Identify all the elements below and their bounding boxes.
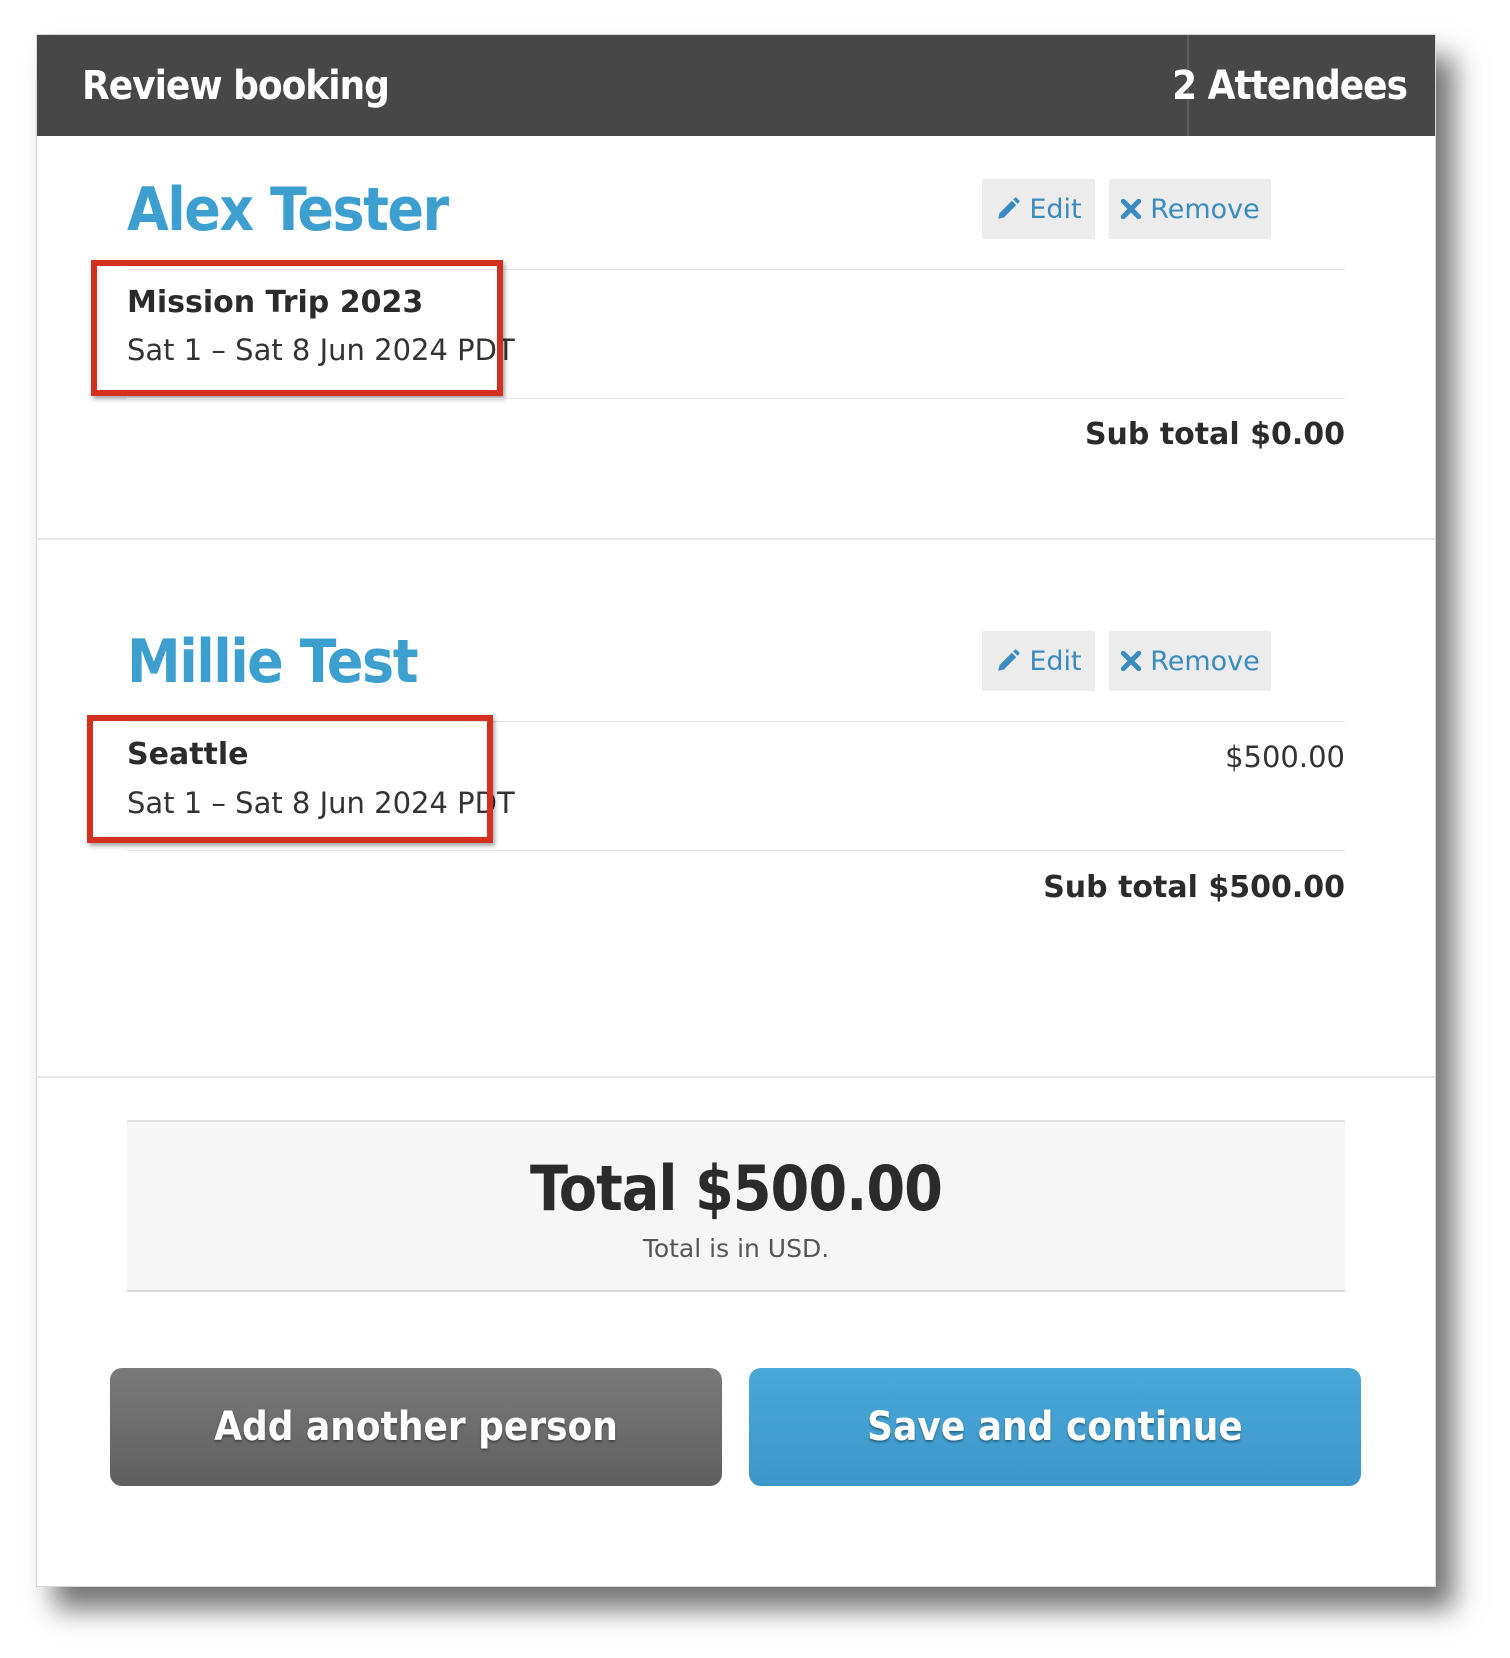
divider [127, 850, 1345, 851]
edit-button[interactable]: Edit [982, 631, 1095, 691]
edit-label: Edit [1029, 193, 1082, 225]
currency-note: Total is in USD. [642, 1234, 830, 1263]
remove-label: Remove [1150, 645, 1260, 677]
subtotal: Sub total $0.00 [1084, 417, 1345, 452]
edit-label: Edit [1029, 645, 1082, 677]
edit-button[interactable]: Edit [982, 179, 1095, 239]
remove-button[interactable]: Remove [1109, 179, 1271, 239]
divider [127, 398, 1345, 399]
total-summary: Total $500.00 Total is in USD. [127, 1120, 1345, 1292]
page-title: Review booking [82, 63, 390, 109]
section-divider [37, 1076, 1435, 1078]
close-icon [1120, 198, 1142, 220]
close-icon [1120, 650, 1142, 672]
attendee-name: Alex Tester [127, 175, 449, 245]
remove-button[interactable]: Remove [1109, 631, 1271, 691]
attendee-name: Millie Test [127, 627, 419, 697]
save-and-continue-button[interactable]: Save and continue [749, 1368, 1361, 1486]
highlight-box [87, 715, 493, 843]
pencil-icon [995, 196, 1021, 222]
remove-label: Remove [1150, 193, 1260, 225]
booking-review-panel: Review booking 2 Attendees Alex Tester E… [36, 34, 1436, 1587]
highlight-box [91, 260, 503, 396]
booking-item-price: $500.00 [1225, 740, 1345, 774]
add-another-person-button[interactable]: Add another person [110, 1368, 722, 1486]
total-amount: Total $500.00 [529, 1152, 943, 1225]
review-header: Review booking 2 Attendees [37, 35, 1435, 136]
subtotal: Sub total $500.00 [1043, 870, 1345, 905]
section-divider [37, 538, 1435, 540]
attendee-count: 2 Attendees [1172, 63, 1408, 109]
pencil-icon [995, 648, 1021, 674]
